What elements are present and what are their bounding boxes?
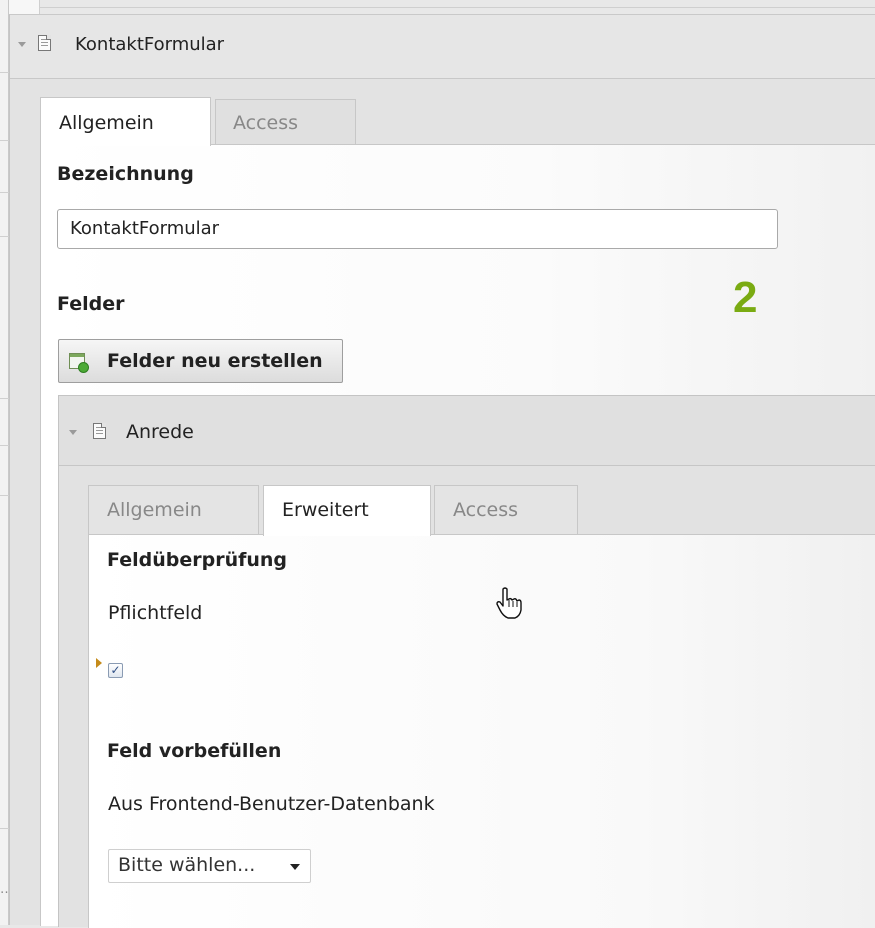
divider xyxy=(0,140,9,141)
prefill-select[interactable]: Bitte wählen... xyxy=(108,849,311,883)
tab-access[interactable]: Access xyxy=(434,485,578,535)
prefill-source-label: Aus Frontend-Benutzer-Datenbank xyxy=(108,793,435,815)
divider xyxy=(0,72,9,73)
panel-header[interactable]: KontaktFormular xyxy=(10,15,875,79)
divider xyxy=(0,398,9,399)
new-fields-button[interactable]: Felder neu erstellen xyxy=(58,339,343,383)
field-header[interactable]: Anrede xyxy=(59,396,875,466)
panel-title: KontaktFormular xyxy=(75,34,225,55)
new-fields-button-label: Felder neu erstellen xyxy=(107,350,323,372)
field-record: Anrede Allgemein Erweitert Access Feldüb… xyxy=(58,395,875,928)
new-record-icon xyxy=(69,353,89,373)
tab-access[interactable]: Access xyxy=(215,99,356,145)
step-marker: 2 xyxy=(733,273,758,322)
required-checkbox[interactable]: ✓ xyxy=(108,663,123,678)
chevron-down-icon[interactable] xyxy=(18,42,26,47)
divider xyxy=(0,192,9,193)
tab-erweitert[interactable]: Erweitert xyxy=(263,485,431,536)
chevron-down-icon xyxy=(290,864,300,870)
prefill-heading: Feld vorbefüllen xyxy=(107,740,282,762)
chevron-down-icon[interactable] xyxy=(69,430,77,435)
top-divider xyxy=(40,7,875,8)
felder-label: Felder xyxy=(57,293,125,315)
tab-allgemein[interactable]: Allgemein xyxy=(40,97,211,146)
tab-allgemein[interactable]: Allgemein xyxy=(88,485,259,535)
required-label: Pflichtfeld xyxy=(108,602,203,624)
validation-heading: Feldüberprüfung xyxy=(107,549,288,571)
divider xyxy=(0,828,9,829)
hand-pointer-icon xyxy=(496,587,522,619)
panel-body: Bezeichnung 2 KontaktFormular Felder Fel… xyxy=(40,144,875,928)
divider xyxy=(0,495,9,496)
field-tabbar: Allgemein Erweitert Access xyxy=(88,485,875,619)
bezeichnung-label: Bezeichnung xyxy=(57,163,194,185)
panel-tabbar: Allgemein Access xyxy=(40,97,875,146)
left-sidebar-edge: … xyxy=(0,0,13,925)
divider xyxy=(0,445,9,446)
field-title: Anrede xyxy=(126,421,194,443)
prefill-select-value: Bitte wählen... xyxy=(118,854,256,876)
top-left-gap xyxy=(9,0,40,14)
arrow-right-icon xyxy=(96,658,102,668)
bezeichnung-input[interactable]: KontaktFormular xyxy=(57,209,778,249)
document-icon xyxy=(93,423,106,439)
field-tab-panel: Feldüberprüfung Pflichtfeld ✓ Feld vorbe… xyxy=(88,534,875,928)
document-icon xyxy=(38,35,51,51)
record-panel: KontaktFormular Allgemein Access Bezeich… xyxy=(9,14,875,928)
divider xyxy=(0,236,9,237)
